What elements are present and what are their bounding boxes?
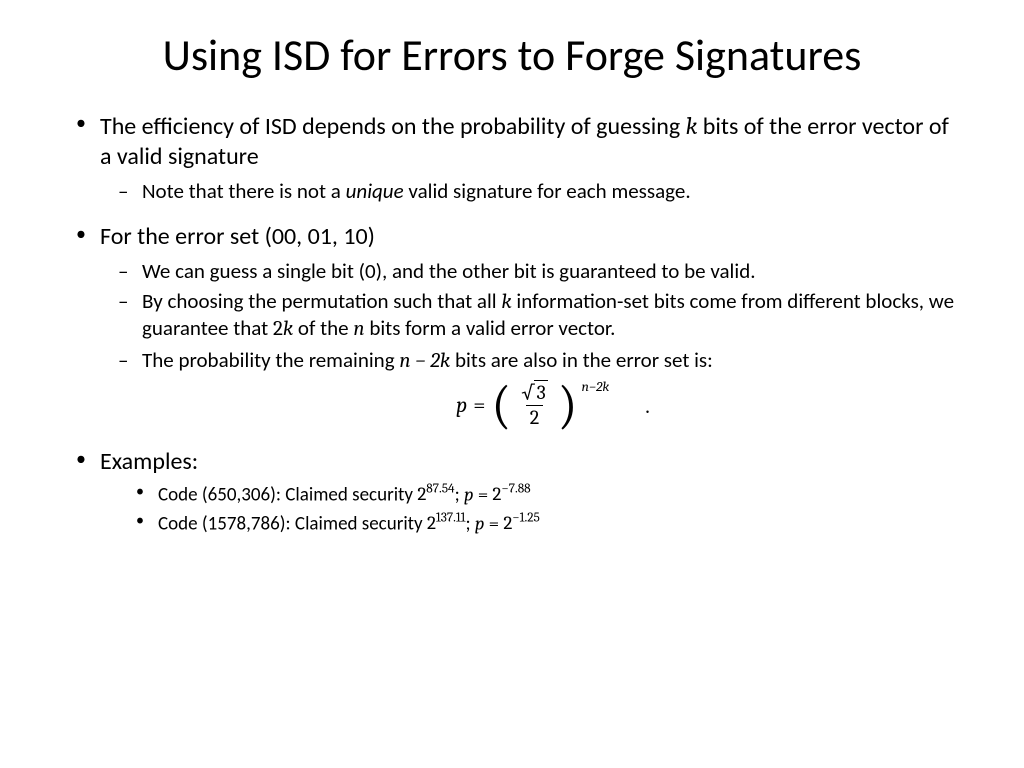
formula-p: p = ( 3 2 ) n−2k . — [142, 382, 964, 429]
var-n: n — [353, 317, 364, 341]
bullet-1: The efficiency of ISD depends on the pro… — [100, 111, 964, 204]
bullet-2: For the error set (00, 01, 10) We can gu… — [100, 222, 964, 429]
bullet-2-sub-3: The probability the remaining n − 2k bit… — [142, 347, 964, 429]
bullet-list: The efficiency of ISD depends on the pro… — [60, 111, 964, 537]
eq: = — [484, 512, 503, 534]
text: By choosing the permutation such that al… — [142, 288, 501, 314]
exponent: n−2k — [582, 378, 610, 396]
example-2: Code (1578,786): Claimed security 2137.1… — [158, 510, 964, 537]
var-p: p — [464, 483, 474, 505]
example-1: Code (650,306): Claimed security 287.54;… — [158, 481, 964, 508]
slide-title: Using ISD for Errors to Forge Signatures — [60, 30, 964, 81]
var-k: k — [686, 112, 698, 140]
bullet-2-sub-1: We can guess a single bit (0), and the o… — [142, 258, 964, 284]
bullet-3: Examples: Code (650,306): Claimed securi… — [100, 447, 964, 537]
text: bits are also in the error set is: — [450, 347, 713, 373]
power: 287.54 — [417, 483, 454, 505]
power: 2137.11 — [427, 512, 466, 534]
bullet-1-sub-1: Note that there is not a unique valid si… — [142, 178, 964, 204]
text: For the error set (00, 01, 10) — [100, 222, 375, 251]
eq: = — [474, 483, 493, 505]
text: Code (650,306): Claimed security — [158, 483, 417, 506]
fraction: 3 2 — [517, 382, 551, 429]
text: of the — [293, 315, 353, 341]
sep: ; — [465, 512, 474, 535]
rparen: ) — [558, 385, 578, 427]
text: Examples: — [100, 447, 198, 476]
sqrt: 3 — [521, 382, 547, 404]
var-p: p — [456, 392, 467, 420]
italic-unique: unique — [346, 178, 404, 204]
text: The probability the remaining — [142, 347, 399, 373]
expr-n-2k: n − 2k — [399, 349, 450, 373]
bullet-2-sub-2: By choosing the permutation such that al… — [142, 288, 964, 343]
text: Note that there is not a — [142, 178, 346, 204]
equals: = — [473, 392, 485, 420]
text: Code (1578,786): Claimed security — [158, 512, 427, 535]
text: bits form a valid error vector. — [365, 315, 616, 341]
power: 2−7.88 — [492, 483, 530, 505]
text: The efficiency of ISD depends on the pro… — [100, 112, 686, 141]
period: . — [645, 393, 650, 421]
text: valid signature for each message. — [404, 178, 691, 204]
var-p: p — [475, 512, 485, 534]
lparen: ( — [491, 385, 511, 427]
power: 2−1.25 — [503, 512, 539, 534]
expr-2k: 2k — [273, 317, 293, 341]
sep: ; — [455, 483, 464, 506]
var-k: k — [501, 290, 511, 314]
